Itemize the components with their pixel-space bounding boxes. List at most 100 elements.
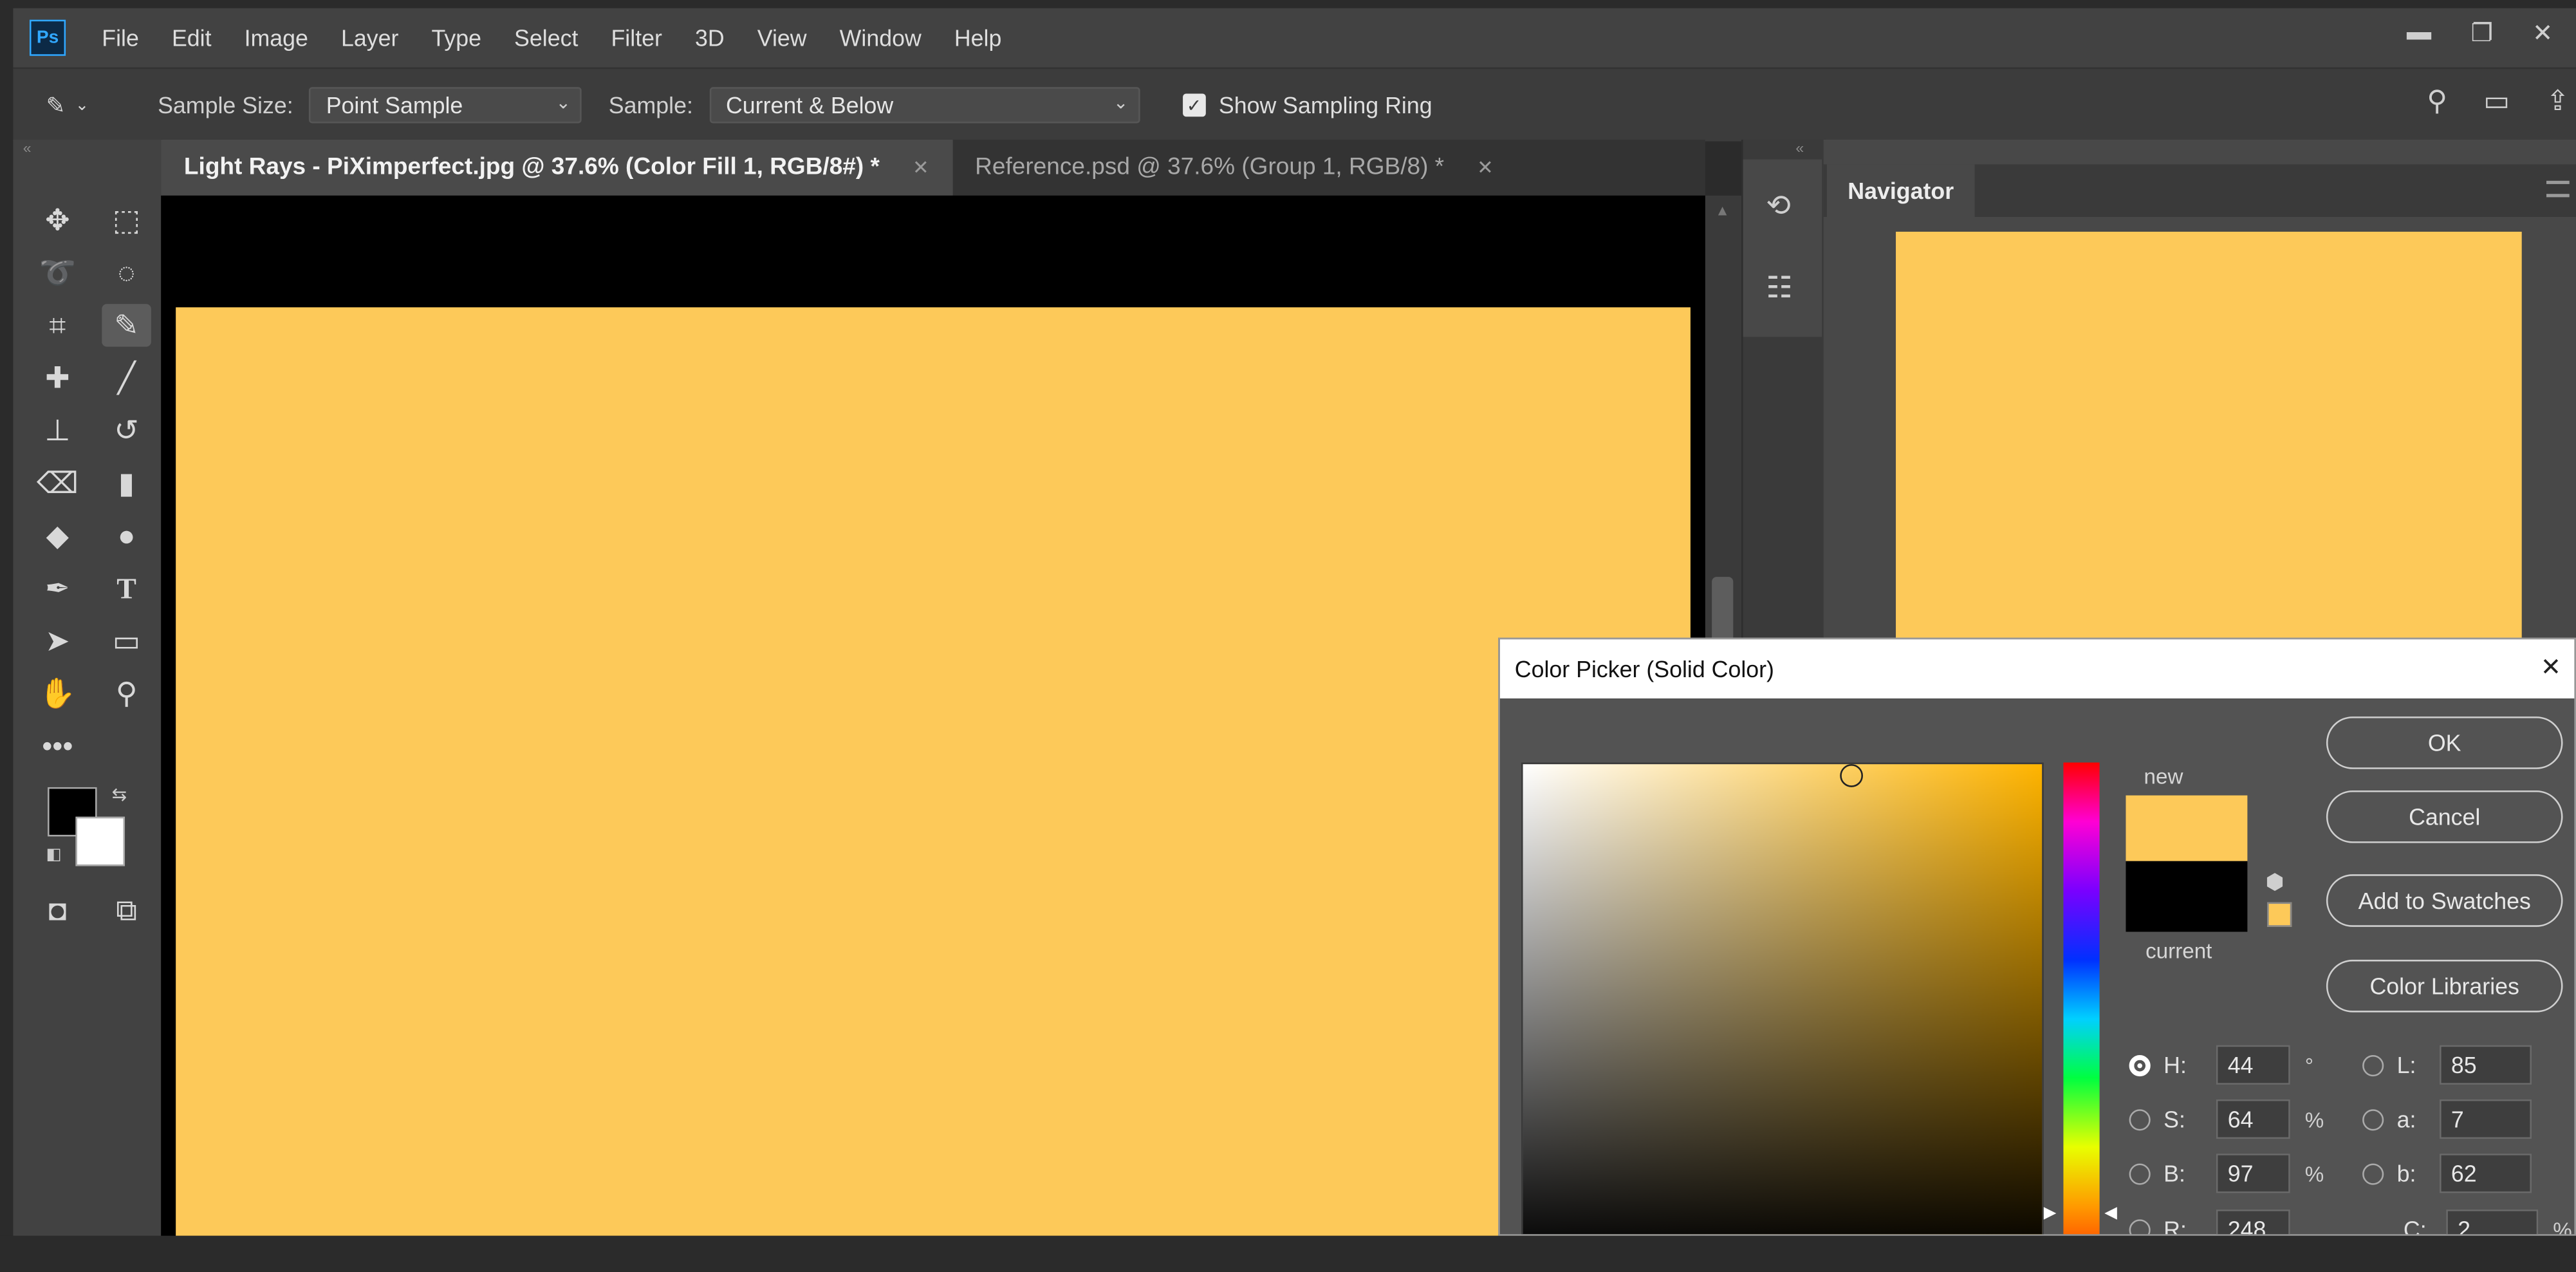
lightness-input[interactable]: 85 xyxy=(2440,1045,2532,1085)
brush-tool-icon[interactable]: ╱ xyxy=(102,357,151,399)
b-channel-label: b: xyxy=(2396,1160,2416,1187)
brightness-radio[interactable] xyxy=(2129,1163,2151,1184)
properties-panel-icon[interactable]: ☷ xyxy=(1766,271,1792,306)
close-tab-icon[interactable]: ✕ xyxy=(1477,156,1494,180)
move-tool-icon[interactable]: ✥ xyxy=(33,199,82,241)
marquee-tool-icon[interactable]: ⬚ xyxy=(102,199,151,241)
close-icon[interactable]: ✕ xyxy=(2541,653,2561,682)
rectangle-tool-icon[interactable]: ▭ xyxy=(102,619,151,662)
toolbox-collapse-icon[interactable]: « xyxy=(23,140,32,156)
search-icon[interactable]: ⚲ xyxy=(2427,86,2447,118)
websafe-color-swatch[interactable] xyxy=(2267,902,2292,927)
minimize-icon[interactable]: ▬ xyxy=(2407,18,2431,48)
clone-stamp-tool-icon[interactable]: ⊥ xyxy=(33,409,82,452)
menu-type[interactable]: Type xyxy=(431,24,481,51)
sample-size-value: Point Sample xyxy=(326,91,463,118)
pen-tool-icon[interactable]: ✒ xyxy=(33,567,82,610)
swap-colors-icon[interactable]: ⇆ xyxy=(112,784,127,805)
history-panel-icon[interactable]: ⟲ xyxy=(1766,189,1791,224)
blur-tool-icon[interactable]: ◆ xyxy=(33,514,82,557)
type-tool-icon[interactable]: T xyxy=(102,567,151,610)
menu-3d[interactable]: 3D xyxy=(695,24,725,51)
screen-mode-icon[interactable]: ⧉ xyxy=(102,889,151,931)
path-selection-tool-icon[interactable]: ➤ xyxy=(33,619,82,662)
color-field[interactable] xyxy=(1521,762,2044,1235)
hue-slider-right-arrow-icon[interactable]: ◀ xyxy=(2104,1204,2117,1222)
hand-tool-icon[interactable]: ✋ xyxy=(33,672,82,715)
menu-edit[interactable]: Edit xyxy=(172,24,212,51)
menu-help[interactable]: Help xyxy=(954,24,1002,51)
hue-radio[interactable] xyxy=(2129,1054,2151,1076)
canvas-area[interactable] xyxy=(161,195,1705,1236)
healing-brush-tool-icon[interactable]: ✚ xyxy=(33,357,82,399)
scroll-up-icon[interactable]: ▲ xyxy=(1715,202,1730,219)
quick-mask-icon[interactable]: ◘ xyxy=(33,889,82,931)
dialog-title: Color Picker (Solid Color) xyxy=(1514,655,1774,682)
quick-selection-tool-icon[interactable]: ◌ xyxy=(102,252,151,294)
document-canvas[interactable] xyxy=(176,307,1691,1236)
color-sample-ring[interactable] xyxy=(1840,764,1863,787)
hue-input[interactable]: 44 xyxy=(2216,1045,2290,1085)
b-channel-radio[interactable] xyxy=(2362,1163,2384,1184)
ok-button[interactable]: OK xyxy=(2326,716,2563,769)
toolbox: « ✥ ⬚ ➰ ◌ ⌗ ✎ ✚ ╱ ⊥ ↺ ⌫ ▮ ◆ ● ✒ T ➤ ▭ ✋ … xyxy=(13,139,163,1236)
lightness-radio[interactable] xyxy=(2362,1054,2384,1076)
dodge-tool-icon[interactable]: ● xyxy=(102,514,151,557)
share-icon[interactable]: ⇪ xyxy=(2546,86,2569,118)
eraser-tool-icon[interactable]: ⌫ xyxy=(33,462,82,504)
cyan-input[interactable]: 2 xyxy=(2446,1209,2539,1235)
workspace-icon[interactable]: ▭ xyxy=(2483,86,2510,118)
navigator-tabbar: Navigator xyxy=(1823,164,2576,217)
hue-slider-left-arrow-icon[interactable]: ▶ xyxy=(2044,1204,2057,1222)
hue-slider[interactable] xyxy=(2063,762,2100,1235)
menu-window[interactable]: Window xyxy=(840,24,922,51)
sample-dropdown[interactable]: Current & Below ⌄ xyxy=(709,87,1140,124)
red-label: R: xyxy=(2164,1216,2187,1236)
brightness-input[interactable]: 97 xyxy=(2216,1154,2290,1193)
background-color-swatch[interactable] xyxy=(75,816,125,866)
zoom-tool-icon[interactable]: ⚲ xyxy=(102,672,151,715)
gradient-tool-icon[interactable]: ▮ xyxy=(102,462,151,504)
sample-size-dropdown[interactable]: Point Sample ⌄ xyxy=(310,87,582,124)
menu-file[interactable]: File xyxy=(102,24,139,51)
cancel-button[interactable]: Cancel xyxy=(2326,790,2563,843)
close-window-icon[interactable]: ✕ xyxy=(2532,18,2553,48)
red-field-row: R: 248 xyxy=(2129,1209,2290,1236)
show-sampling-ring-label: Show Sampling Ring xyxy=(1218,91,1432,118)
a-channel-radio[interactable] xyxy=(2362,1108,2384,1130)
history-brush-tool-icon[interactable]: ↺ xyxy=(102,409,151,452)
red-input[interactable]: 248 xyxy=(2216,1209,2290,1235)
saturation-radio[interactable] xyxy=(2129,1108,2151,1130)
tab-reference[interactable]: Reference.psd @ 37.6% (Group 1, RGB/8) *… xyxy=(952,140,1516,196)
menu-image[interactable]: Image xyxy=(245,24,308,51)
navigator-thumbnail[interactable] xyxy=(1896,231,2522,659)
panel-menu-icon[interactable] xyxy=(2546,180,2570,198)
b-channel-input[interactable]: 62 xyxy=(2440,1154,2532,1193)
menu-select[interactable]: Select xyxy=(514,24,578,51)
lasso-tool-icon[interactable]: ➰ xyxy=(33,252,82,294)
show-sampling-ring-checkbox[interactable]: ✓ xyxy=(1182,93,1206,117)
tab-navigator[interactable]: Navigator xyxy=(1826,164,1975,217)
eyedropper-tool-icon[interactable]: ✎ xyxy=(102,304,151,347)
current-color-swatch[interactable] xyxy=(2126,861,2248,932)
out-of-gamut-cube-icon[interactable]: ⬢ xyxy=(2265,869,2284,895)
menu-view[interactable]: View xyxy=(757,24,807,51)
close-tab-icon[interactable]: ✕ xyxy=(913,156,929,180)
add-to-swatches-button[interactable]: Add to Swatches xyxy=(2326,874,2563,927)
a-channel-input[interactable]: 7 xyxy=(2440,1099,2532,1139)
restore-icon[interactable]: ❐ xyxy=(2470,18,2492,48)
hue-label: H: xyxy=(2164,1051,2187,1078)
more-tools-icon[interactable]: ••• xyxy=(33,725,82,767)
tab-light-rays[interactable]: Light Rays - PiXimperfect.jpg @ 37.6% (C… xyxy=(161,139,952,196)
tool-preset-picker[interactable]: ✎ ⌄ xyxy=(46,91,111,119)
menu-layer[interactable]: Layer xyxy=(341,24,398,51)
panel-collapse-icon[interactable]: « xyxy=(1795,140,1804,156)
a-channel-label: a: xyxy=(2396,1106,2416,1132)
color-libraries-button[interactable]: Color Libraries xyxy=(2326,959,2563,1013)
default-colors-icon[interactable]: ◧ xyxy=(46,846,61,865)
saturation-input[interactable]: 64 xyxy=(2216,1099,2290,1139)
crop-tool-icon[interactable]: ⌗ xyxy=(33,304,82,346)
menu-filter[interactable]: Filter xyxy=(611,24,662,51)
red-radio[interactable] xyxy=(2129,1218,2151,1235)
scrollbar-thumb[interactable] xyxy=(1712,577,1734,643)
